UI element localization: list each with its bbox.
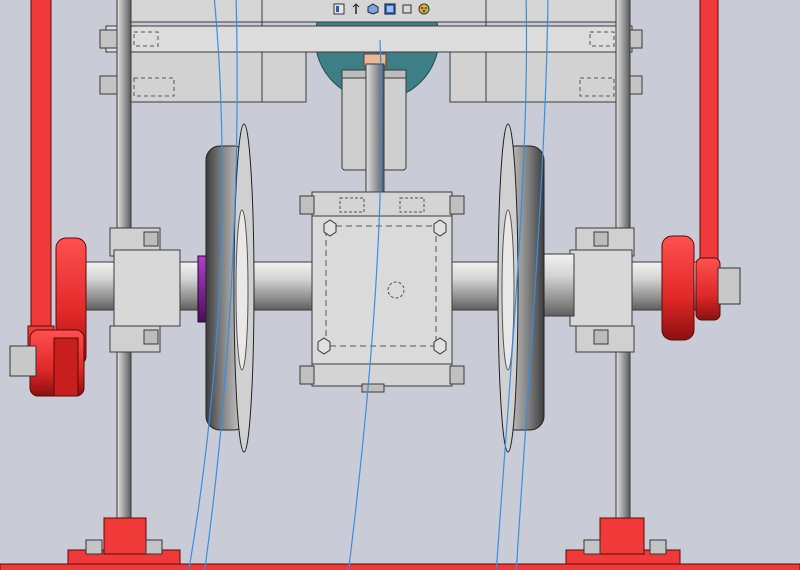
model-scene[interactable] bbox=[0, 0, 800, 570]
section-view-icon[interactable] bbox=[349, 2, 363, 16]
left-wheel[interactable] bbox=[205, 123, 255, 453]
bottom-left-bracket[interactable] bbox=[67, 517, 181, 570]
right-bearing-block[interactable] bbox=[539, 227, 635, 353]
cad-viewport[interactable] bbox=[0, 0, 800, 570]
hide-show-icon[interactable] bbox=[400, 2, 414, 16]
right-wheel[interactable] bbox=[497, 123, 545, 453]
base-plate[interactable] bbox=[0, 563, 800, 570]
right-red-rail[interactable] bbox=[699, 0, 719, 268]
view-orientation-icon[interactable] bbox=[332, 2, 346, 16]
central-gearbox[interactable] bbox=[299, 191, 465, 393]
left-bearing-block[interactable] bbox=[109, 227, 181, 353]
view-cube-icon[interactable] bbox=[383, 2, 397, 16]
motor-housing[interactable] bbox=[341, 53, 407, 195]
display-style-icon[interactable] bbox=[366, 2, 380, 16]
appearance-icon[interactable] bbox=[417, 2, 431, 16]
left-red-rail[interactable] bbox=[27, 0, 55, 347]
bottom-right-bracket[interactable] bbox=[565, 517, 681, 570]
heads-up-view-toolbar bbox=[326, 0, 436, 18]
